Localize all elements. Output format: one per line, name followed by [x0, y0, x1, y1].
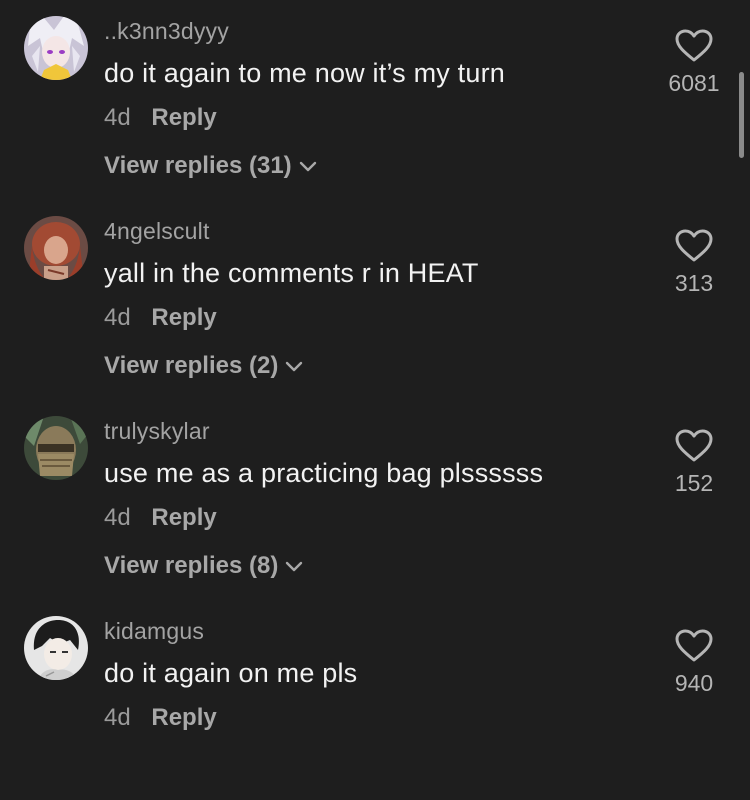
heart-icon[interactable]: [674, 428, 714, 464]
avatar[interactable]: [24, 16, 88, 80]
avatar[interactable]: [24, 416, 88, 480]
username[interactable]: ..k3nn3dyyy: [104, 18, 229, 45]
avatar[interactable]: [24, 616, 88, 680]
comment-text: do it again to me now it’s my turn: [104, 58, 505, 88]
reply-button[interactable]: Reply: [151, 304, 216, 331]
username[interactable]: 4ngelscult: [104, 218, 210, 245]
comment-item: ..k3nn3dyyy do it again to me now it’s m…: [0, 0, 750, 200]
chevron-down-icon: [299, 161, 316, 172]
comment-list: ..k3nn3dyyy do it again to me now it’s m…: [0, 0, 750, 758]
view-replies-label: View replies (8): [104, 552, 279, 579]
view-replies-button[interactable]: View replies (8): [104, 552, 304, 580]
view-replies-button[interactable]: View replies (31): [104, 152, 318, 180]
timestamp: 4d: [104, 304, 131, 331]
reply-button[interactable]: Reply: [151, 704, 216, 731]
comment-text: do it again on me pls: [104, 658, 358, 688]
comment-item: kidamgus do it again on me pls 4d Reply …: [0, 600, 750, 800]
masked-avatar-icon: [24, 416, 88, 480]
comment-text: yall in the comments r in HEAT: [104, 258, 479, 288]
comment-meta: 4d Reply: [104, 504, 217, 532]
comment-item: trulyskylar use me as a practicing bag p…: [0, 400, 750, 600]
comment-meta: 4d Reply: [104, 304, 217, 332]
timestamp: 4d: [104, 504, 131, 531]
like-count: 940: [674, 670, 714, 696]
like-count: 152: [674, 470, 714, 496]
view-replies-label: View replies (31): [104, 152, 292, 179]
view-replies-button[interactable]: View replies (2): [104, 352, 304, 380]
comment-meta: 4d Reply: [104, 704, 217, 732]
heart-icon[interactable]: [674, 28, 714, 64]
reply-button[interactable]: Reply: [151, 504, 216, 531]
scrollbar[interactable]: [739, 72, 744, 158]
like-count: 6081: [668, 70, 720, 96]
like-group: 6081: [664, 28, 724, 97]
chevron-down-icon: [286, 561, 303, 572]
username[interactable]: kidamgus: [104, 618, 204, 645]
view-replies-label: View replies (2): [104, 352, 279, 379]
like-group: 313: [664, 228, 724, 297]
avatar[interactable]: [24, 216, 88, 280]
like-group: 940: [664, 628, 724, 697]
timestamp: 4d: [104, 704, 131, 731]
comment-meta: 4d Reply: [104, 104, 217, 132]
manhwa-boy-avatar-icon: [24, 616, 88, 680]
like-count: 313: [674, 270, 714, 296]
comment-text: use me as a practicing bag plssssss: [104, 458, 544, 488]
comment-item: 4ngelscult yall in the comments r in HEA…: [0, 200, 750, 400]
chevron-down-icon: [286, 361, 303, 372]
reply-button[interactable]: Reply: [151, 104, 216, 131]
anime-girl-avatar-icon: [24, 16, 88, 80]
heart-icon[interactable]: [674, 228, 714, 264]
timestamp: 4d: [104, 104, 131, 131]
like-group: 152: [664, 428, 724, 497]
username[interactable]: trulyskylar: [104, 418, 210, 445]
heart-icon[interactable]: [674, 628, 714, 664]
redhead-avatar-icon: [24, 216, 88, 280]
